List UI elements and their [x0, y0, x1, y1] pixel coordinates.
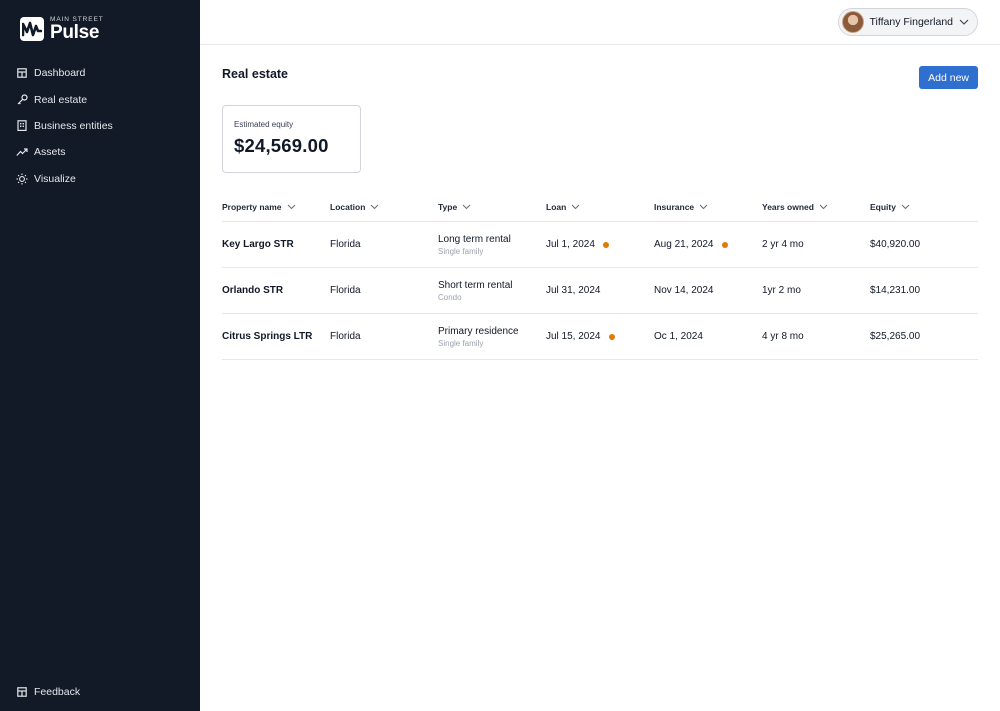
user-name: Tiffany Fingerland [869, 16, 953, 28]
insurance-date: Aug 21, 2024 [654, 239, 762, 250]
type-label: Primary residence [438, 325, 519, 337]
chevron-down-icon [287, 204, 296, 210]
pulse-logo-icon [20, 17, 44, 41]
property-name[interactable]: Citrus Springs LTR [222, 331, 330, 342]
trending-up-icon [16, 146, 28, 158]
loan-date-text: Jul 1, 2024 [546, 239, 595, 250]
loan-date-text: Jul 15, 2024 [546, 331, 601, 342]
column-label: Equity [870, 202, 896, 212]
years-owned: 2 yr 4 mo [762, 239, 804, 250]
building-icon [16, 120, 28, 132]
property-location: Florida [330, 331, 361, 342]
column-label: Type [438, 202, 458, 212]
column-label: Location [330, 202, 366, 212]
column-label: Loan [546, 202, 567, 212]
chevron-down-icon [959, 19, 969, 25]
sidebar-item-dashboard[interactable]: Dashboard [0, 60, 200, 86]
insurance-date: Oc 1, 2024 [654, 331, 762, 342]
chevron-down-icon [699, 204, 708, 210]
property-location: Florida [330, 239, 361, 250]
sidebar-item-feedback[interactable]: Feedback [0, 679, 200, 705]
brand-logo[interactable]: MAIN STREET Pulse [20, 16, 104, 42]
loan-date: Jul 31, 2024 [546, 285, 654, 296]
table-row[interactable]: Orlando STR Florida Short term rental Co… [222, 268, 978, 314]
insurance-date-text: Aug 21, 2024 [654, 239, 714, 250]
sidebar-item-visualize[interactable]: Visualize [0, 166, 200, 192]
subtype-label: Condo [438, 292, 462, 302]
column-label: Property name [222, 202, 282, 212]
property-name[interactable]: Key Largo STR [222, 239, 330, 250]
years-owned: 1yr 2 mo [762, 285, 801, 296]
key-icon [16, 94, 28, 106]
avatar [841, 11, 864, 33]
type-label: Short term rental [438, 279, 513, 291]
column-label: Insurance [654, 202, 695, 212]
sidebar-item-label: Visualize [34, 172, 76, 185]
column-header-equity[interactable]: Equity [870, 202, 978, 212]
equity-amount: $14,231.00 [870, 285, 921, 296]
sidebar-item-label: Feedback [34, 686, 81, 699]
column-header-property-name[interactable]: Property name [222, 202, 330, 212]
sidebar-nav: Dashboard Real estate Business entities … [0, 60, 200, 192]
table-row[interactable]: Citrus Springs LTR Florida Primary resid… [222, 314, 978, 360]
years-owned: 4 yr 8 mo [762, 331, 804, 342]
property-type: Short term rental Condo [438, 280, 546, 302]
insurance-date: Nov 14, 2024 [654, 285, 762, 296]
chevron-down-icon [370, 204, 379, 210]
property-type: Primary residence Single family [438, 326, 546, 348]
property-name[interactable]: Orlando STR [222, 285, 330, 296]
property-location: Florida [330, 285, 361, 296]
column-header-years-owned[interactable]: Years owned [762, 202, 870, 212]
add-new-button[interactable]: Add new [919, 66, 978, 89]
column-header-type[interactable]: Type [438, 202, 546, 212]
lightbulb-icon [16, 173, 28, 185]
loan-date: Jul 1, 2024 [546, 239, 654, 250]
alert-dot-icon [721, 241, 728, 248]
table-header: Property name Location Type Loan Insuran… [222, 193, 978, 222]
sidebar-item-business-entities[interactable]: Business entities [0, 113, 200, 139]
estimated-equity-card: Estimated equity $24,569.00 [222, 105, 361, 173]
subtype-label: Single family [438, 246, 484, 256]
sidebar: MAIN STREET Pulse Dashboard Real estate … [0, 0, 200, 711]
alert-dot-icon [608, 333, 615, 340]
property-type: Long term rental Single family [438, 234, 546, 256]
equity-value: $24,569.00 [234, 135, 329, 156]
sidebar-item-label: Assets [34, 146, 66, 159]
insurance-date-text: Nov 14, 2024 [654, 285, 714, 296]
properties-table: Property name Location Type Loan Insuran… [222, 193, 978, 360]
feedback-icon [16, 686, 28, 698]
sidebar-item-label: Business entities [34, 119, 113, 132]
column-header-loan[interactable]: Loan [546, 202, 654, 212]
dashboard-icon [16, 67, 28, 79]
brand-name: Pulse [50, 22, 100, 43]
equity-amount: $25,265.00 [870, 331, 921, 342]
sidebar-item-assets[interactable]: Assets [0, 139, 200, 165]
chevron-down-icon [901, 204, 910, 210]
subtype-label: Single family [438, 338, 484, 348]
chevron-down-icon [819, 204, 828, 210]
loan-date: Jul 15, 2024 [546, 331, 654, 342]
insurance-date-text: Oc 1, 2024 [654, 331, 703, 342]
page-title: Real estate [222, 67, 289, 81]
alert-dot-icon [602, 241, 609, 248]
chevron-down-icon [462, 204, 471, 210]
user-menu-button[interactable]: Tiffany Fingerland [837, 8, 978, 36]
table-row[interactable]: Key Largo STR Florida Long term rental S… [222, 222, 978, 268]
column-header-insurance[interactable]: Insurance [654, 202, 762, 212]
sidebar-item-label: Dashboard [34, 67, 86, 80]
equity-label: Estimated equity [234, 120, 294, 129]
column-label: Years owned [762, 202, 814, 212]
loan-date-text: Jul 31, 2024 [546, 285, 601, 296]
chevron-down-icon [571, 204, 580, 210]
type-label: Long term rental [438, 233, 511, 245]
sidebar-item-real-estate[interactable]: Real estate [0, 86, 200, 112]
sidebar-item-label: Real estate [34, 93, 88, 106]
top-bar: Tiffany Fingerland [200, 0, 1000, 45]
column-header-location[interactable]: Location [330, 202, 438, 212]
equity-amount: $40,920.00 [870, 239, 921, 250]
